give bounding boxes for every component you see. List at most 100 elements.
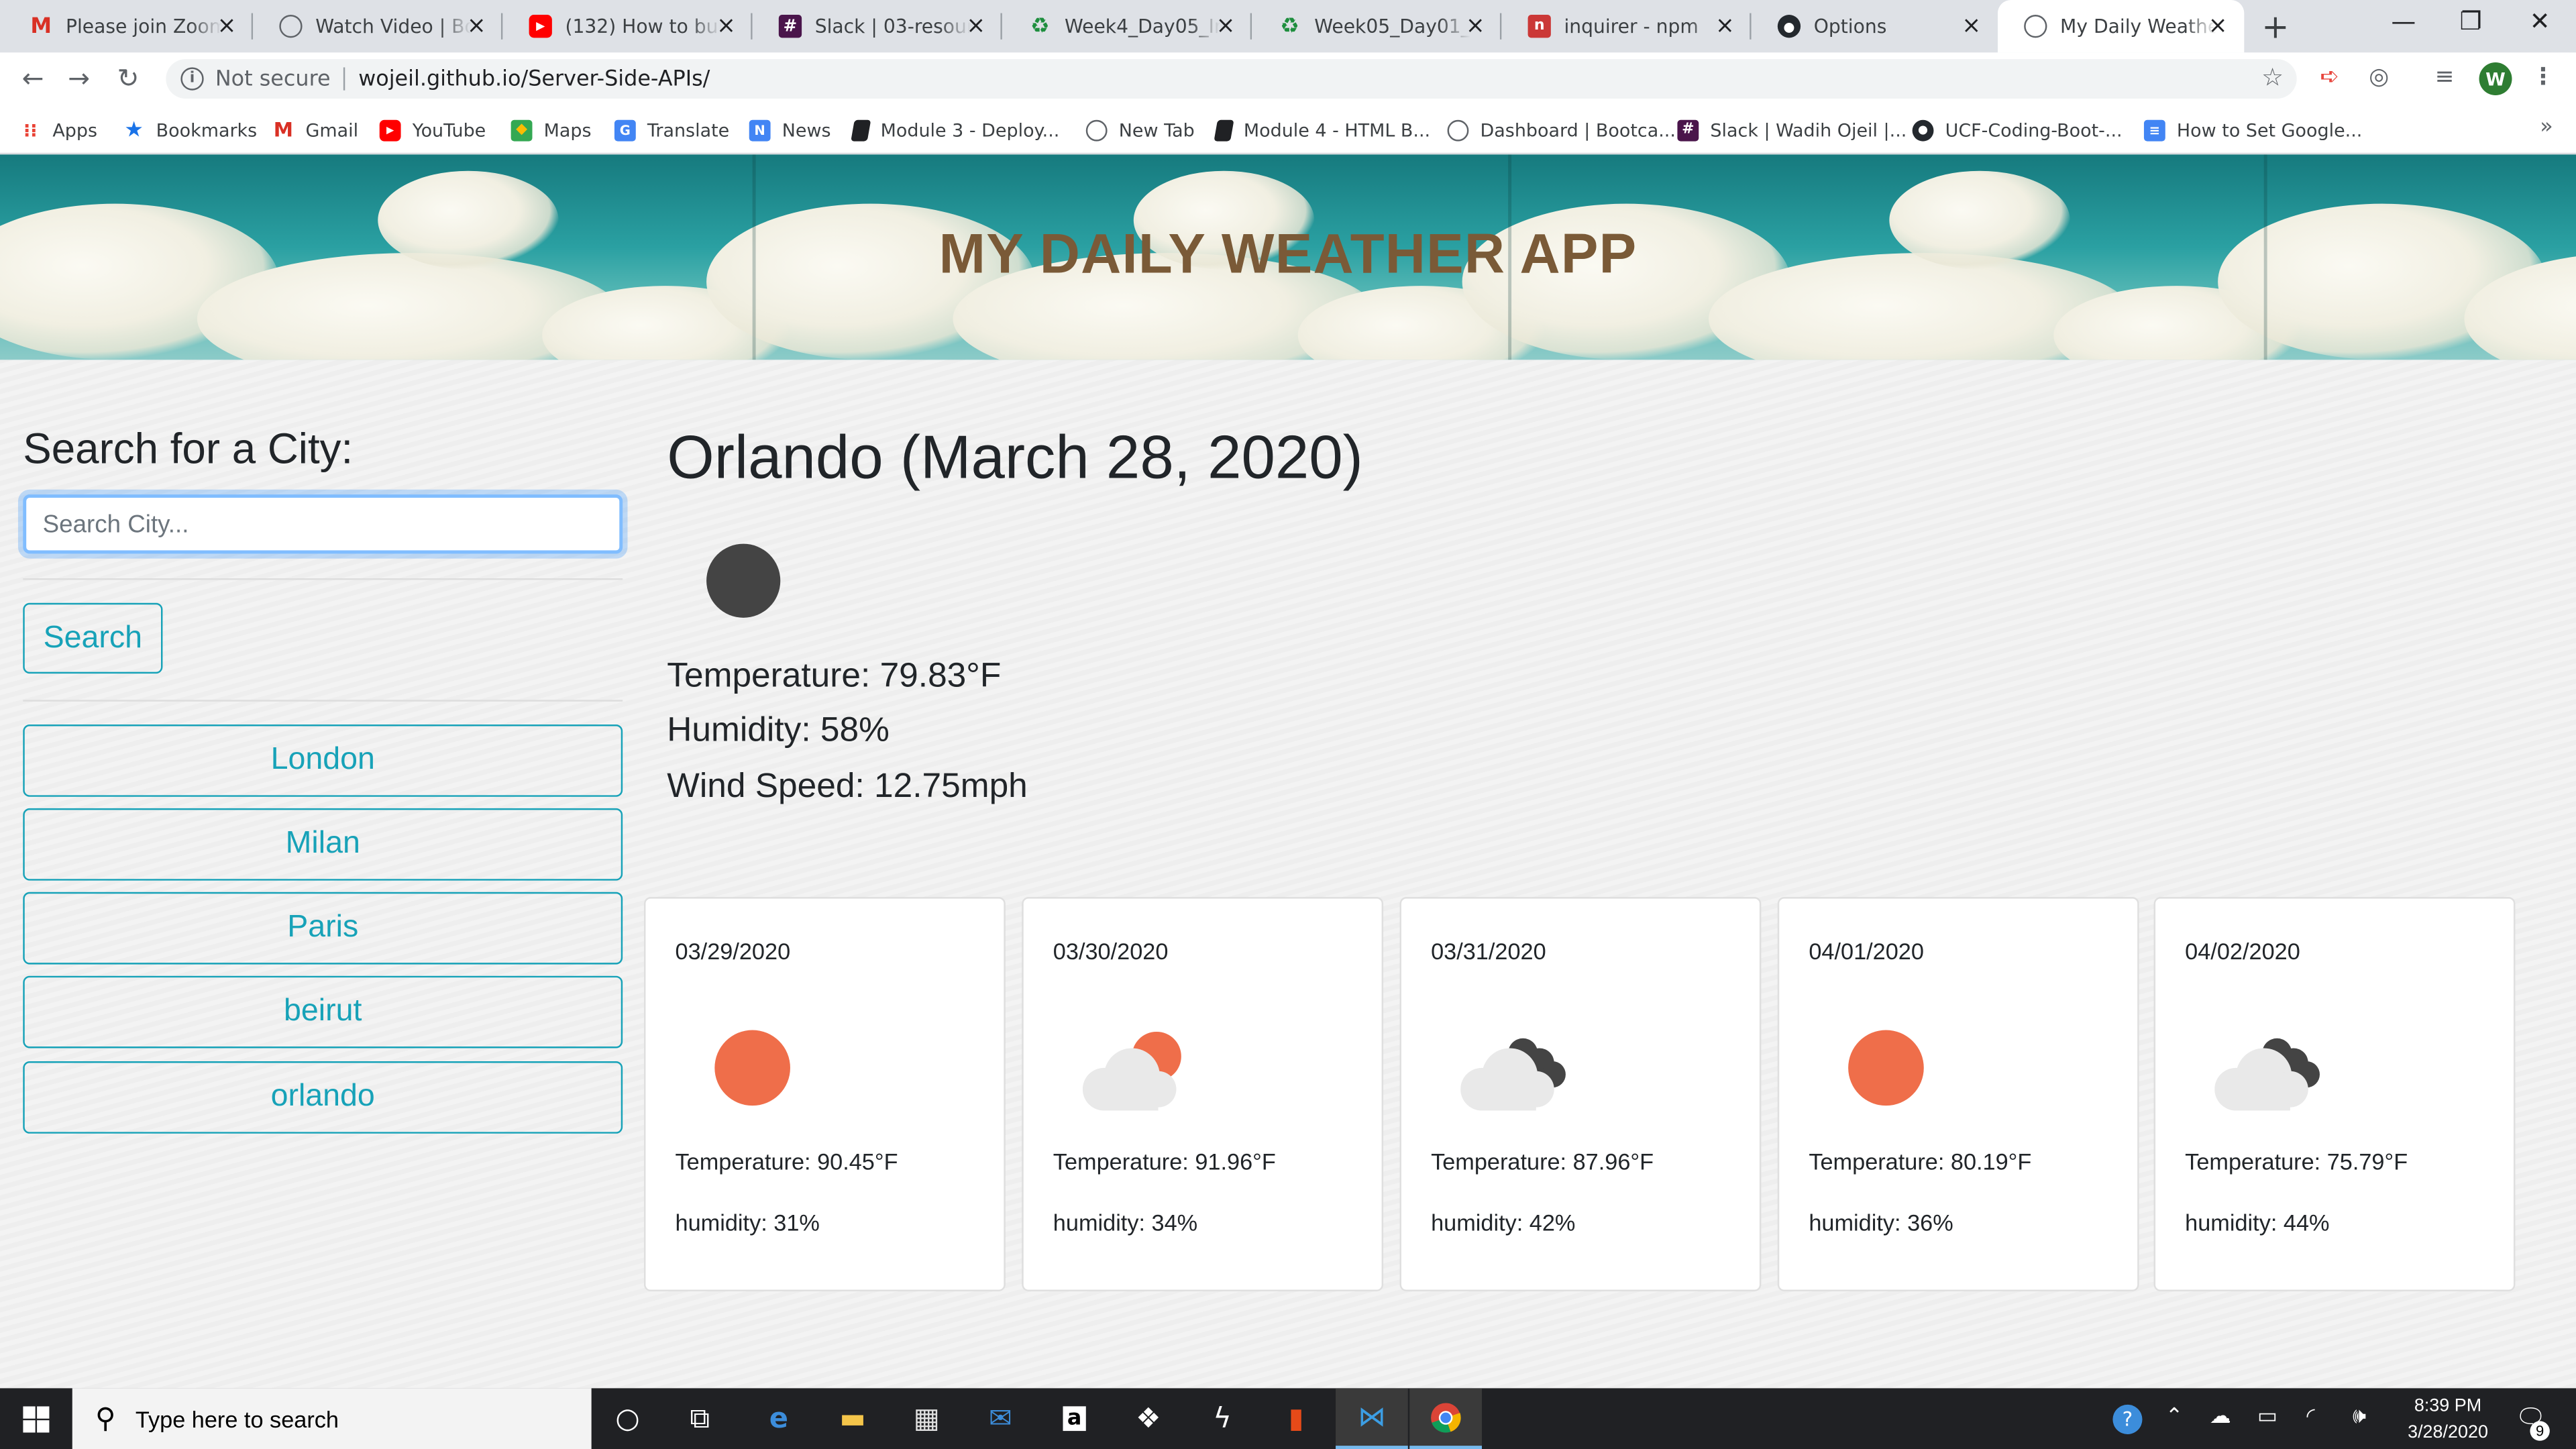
bookmark-item[interactable]: Dashboard | Bootca... (1447, 115, 1676, 144)
browser-tab[interactable]: ● Options × (1752, 0, 1998, 52)
onedrive-icon[interactable]: ☁ (2210, 1405, 2231, 1430)
close-icon[interactable]: × (963, 13, 989, 40)
address-bar[interactable]: i Not secure wojeil.github.io/Server-Sid… (166, 59, 2297, 99)
tab-title: Please join Zoom meeting (65, 15, 222, 38)
bookmark-item[interactable]: # Slack | Wadih Ojeil |... (1677, 115, 1907, 144)
search-button[interactable]: Search (23, 602, 163, 674)
broken-clouds-icon (2214, 1038, 2320, 1111)
slack-icon: # (778, 15, 802, 38)
browser-tab-active[interactable]: My Daily Weather App × (1997, 0, 2245, 53)
youtube-icon: ▶ (379, 119, 401, 141)
chevron-up-icon[interactable]: ⌃ (2165, 1405, 2184, 1430)
browser-tab[interactable]: ▶ (132) How to build × (502, 0, 753, 52)
bookmark-label: Apps (52, 119, 98, 141)
url-text[interactable]: wojeil.github.io/Server-Side-APIs/ (358, 66, 710, 91)
history-city-button[interactable]: London (23, 724, 623, 797)
github-icon: ● (1912, 119, 1934, 141)
bookmark-item[interactable]: G Translate (614, 115, 729, 144)
vscode-icon[interactable]: ⋈ (1336, 1388, 1408, 1449)
office-icon[interactable]: ▮ (1260, 1388, 1332, 1449)
bookmark-item[interactable]: M Gmail (273, 115, 358, 144)
close-window-button[interactable]: ✕ (2507, 7, 2573, 36)
browser-tab[interactable]: ♻ Week05_Day01_Notes × (1252, 0, 1502, 52)
mail-icon[interactable]: ✉ (965, 1388, 1037, 1449)
help-icon[interactable]: ? (2112, 1404, 2143, 1434)
amazon-icon[interactable]: a (1038, 1388, 1111, 1449)
history-city-button[interactable]: Milan (23, 808, 623, 881)
book-icon (851, 119, 871, 141)
bookmark-item[interactable]: ⁝⁝ Apps (19, 115, 97, 144)
minimize-button[interactable]: — (2371, 7, 2436, 36)
file-explorer-icon[interactable]: ▬ (816, 1388, 889, 1449)
browser-toolbar: ← → ↻ i Not secure wojeil.github.io/Serv… (0, 52, 2576, 105)
taskbar-search-box[interactable]: ⚲ Type here to search (72, 1388, 592, 1449)
history-city-button[interactable]: beirut (23, 975, 623, 1049)
close-icon[interactable]: × (1712, 13, 1738, 40)
avatar[interactable]: W (2479, 62, 2512, 96)
bookmark-label: UCF-Coding-Boot-... (1945, 119, 2123, 141)
maps-icon: ◆ (511, 119, 533, 141)
close-icon[interactable]: × (713, 13, 739, 40)
app-icon[interactable]: ϟ (1186, 1388, 1258, 1449)
store-icon[interactable]: ▦ (890, 1388, 963, 1449)
bookmark-item[interactable]: Module 4 - HTML B... (1214, 115, 1430, 144)
browser-tab[interactable]: n inquirer - npm × (1501, 0, 1752, 52)
close-icon[interactable]: × (2205, 13, 2231, 40)
bookmark-item[interactable]: ▶ YouTube (379, 115, 486, 144)
bookmark-item[interactable]: ◆ Maps (511, 115, 592, 144)
cortana-icon[interactable]: ○ (592, 1388, 664, 1449)
system-clock[interactable]: 8:39 PM 3/28/2020 (2379, 1393, 2517, 1446)
github-icon: ● (1777, 15, 1801, 38)
volume-icon[interactable]: 🕪 (2353, 1405, 2366, 1430)
forecast-date: 04/01/2020 (1809, 938, 1924, 965)
task-view-icon[interactable]: ⧉ (663, 1388, 736, 1449)
media-control-icon[interactable]: ≡ (2428, 64, 2461, 91)
star-icon[interactable]: ☆ (2261, 62, 2284, 92)
wifi-icon[interactable]: ◜ (2306, 1405, 2314, 1430)
chrome-icon[interactable] (1409, 1388, 1482, 1449)
bookmark-item[interactable]: N News (749, 115, 831, 144)
restore-button[interactable]: ❐ (2438, 7, 2504, 36)
chevron-right-icon[interactable]: » (2540, 115, 2553, 140)
forecast-humidity: humidity: 36% (1809, 1209, 1953, 1236)
browser-tab[interactable]: # Slack | 03-resources × (753, 0, 1002, 52)
close-icon[interactable]: × (1958, 13, 1984, 40)
close-icon[interactable]: × (1462, 13, 1489, 40)
forward-button[interactable]: → (62, 62, 95, 94)
start-button[interactable] (0, 1388, 72, 1449)
new-tab-button[interactable]: + (2257, 7, 2294, 46)
forecast-date: 03/30/2020 (1053, 938, 1169, 965)
star-icon: ★ (124, 117, 144, 142)
search-icon: ⚲ (95, 1402, 116, 1434)
browser-tab[interactable]: ♻ Week4_Day05_Intro × (1002, 0, 1252, 52)
battery-icon[interactable]: ▭ (2257, 1405, 2277, 1430)
bookmark-item[interactable]: ● UCF-Coding-Boot-... (1912, 115, 2123, 144)
browser-tab[interactable]: M Please join Zoom meeting × (3, 0, 254, 52)
bookmark-item[interactable]: ≡ How to Set Google... (2143, 115, 2362, 144)
windows-taskbar: ⚲ Type here to search ○ ⧉ e ▬ ▦ ✉ a ❖ ϟ … (0, 1388, 2576, 1449)
edge-icon[interactable]: e (743, 1388, 815, 1449)
info-icon[interactable]: i (180, 67, 204, 91)
history-city-button[interactable]: orlando (23, 1061, 623, 1134)
bookmark-item[interactable]: ★ Bookmarks (123, 115, 257, 144)
back-button[interactable]: ← (16, 62, 49, 94)
extension-icon[interactable]: ➪ (2313, 64, 2346, 91)
browser-tab[interactable]: Watch Video | Bootcamp × (253, 0, 503, 52)
history-city-button[interactable]: Paris (23, 892, 623, 965)
dropbox-icon[interactable]: ❖ (1112, 1388, 1185, 1449)
bookmark-label: New Tab (1118, 119, 1195, 141)
close-icon[interactable]: × (213, 13, 239, 40)
reload-button[interactable]: ↻ (112, 62, 145, 94)
menu-icon[interactable]: ⋮ (2527, 64, 2560, 91)
extension-icon[interactable]: ◎ (2363, 64, 2396, 91)
bookmark-item[interactable]: Module 3 - Deploy... (851, 115, 1059, 144)
close-icon[interactable]: × (1212, 13, 1238, 40)
bookmark-item[interactable]: New Tab (1085, 115, 1195, 144)
close-icon[interactable]: × (464, 13, 490, 40)
search-input[interactable] (23, 494, 623, 554)
tab-title: Watch Video | Bootcamp (315, 15, 472, 38)
divider (23, 578, 623, 580)
divider (343, 67, 345, 91)
forecast-card: 03/29/2020 Temperature: 90.45°F humidity… (644, 897, 1006, 1291)
translate-icon: G (614, 119, 636, 141)
